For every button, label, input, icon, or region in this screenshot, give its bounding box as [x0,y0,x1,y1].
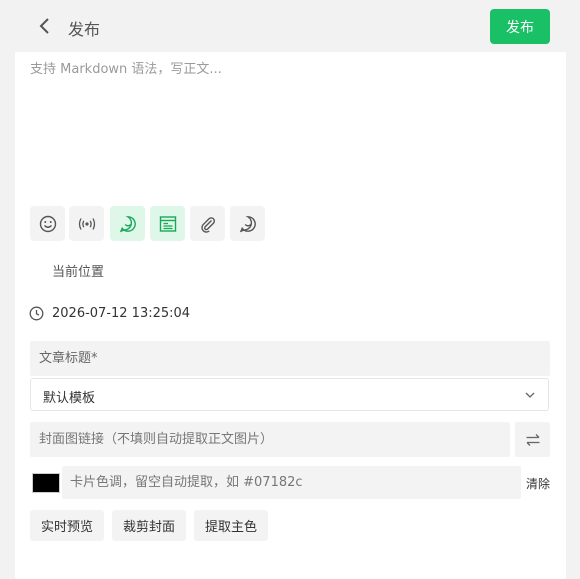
swap-icon [526,433,539,446]
clear-color-button[interactable]: 清除 [526,475,550,492]
article-title-input[interactable] [30,341,550,376]
comment-button[interactable] [230,206,265,241]
whatsapp-chat-icon [119,215,136,232]
emoji-icon [39,215,56,232]
publish-datetime[interactable]: 2026-07-12 13:25:04 [52,306,190,321]
cover-url-input[interactable] [30,422,510,457]
top-bar: 发布 发布 [0,0,580,52]
clock-icon [29,306,44,321]
broadcast-icon [78,217,95,230]
emoji-button[interactable] [30,206,65,241]
whatsapp-button[interactable] [110,206,145,241]
page-title: 发布 [68,20,101,39]
swap-cover-button[interactable] [515,422,550,457]
article-template-icon [159,215,176,232]
paperclip-icon [200,216,215,233]
publish-button[interactable]: 发布 [490,9,550,44]
template-button[interactable] [150,206,185,241]
markdown-editor[interactable] [30,60,550,200]
crop-cover-button[interactable]: 裁剪封面 [112,510,186,541]
attachment-button[interactable] [190,206,225,241]
back-button[interactable] [34,14,56,38]
template-select[interactable]: 默认模板 [30,378,549,411]
chevron-left-icon [39,18,49,34]
extract-color-button[interactable]: 提取主色 [194,510,268,541]
template-selected-value: 默认模板 [43,391,96,406]
current-location[interactable]: 当前位置 [52,261,104,280]
card-color-swatch[interactable] [32,473,60,493]
card-color-input[interactable] [62,466,521,499]
live-preview-button[interactable]: 实时预览 [30,510,104,541]
chevron-down-icon [525,392,535,398]
chat-bubble-icon [239,215,256,232]
broadcast-button[interactable] [69,206,104,241]
